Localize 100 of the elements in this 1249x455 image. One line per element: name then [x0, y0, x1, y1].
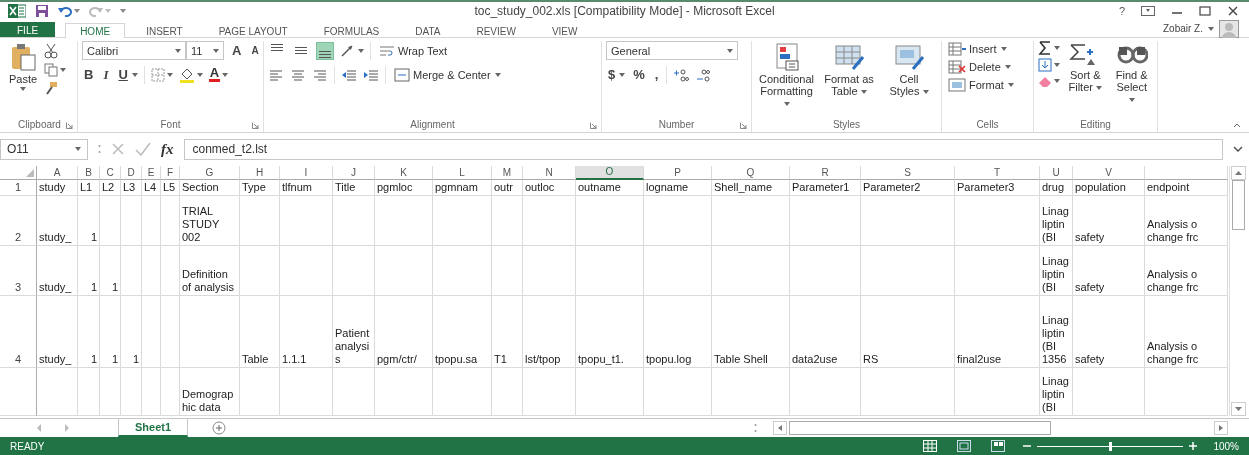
scroll-right-icon[interactable] — [1214, 421, 1228, 436]
caret-icon[interactable] — [1128, 97, 1135, 102]
sort-filter-button[interactable]: Sort & Filter — [1064, 40, 1107, 118]
caret-icon[interactable] — [75, 147, 81, 152]
fill-color-icon[interactable] — [178, 66, 195, 83]
row-header[interactable]: 3 — [0, 245, 37, 296]
underline-button[interactable]: U — [116, 67, 130, 83]
ribbon-tab[interactable]: VIEW — [536, 22, 593, 38]
caret-icon[interactable] — [120, 9, 126, 14]
column-header[interactable]: I — [280, 165, 333, 180]
bold-button[interactable]: B — [82, 67, 96, 83]
add-sheet-icon[interactable] — [212, 421, 227, 436]
column-header[interactable]: U — [1040, 165, 1073, 180]
caret-icon[interactable] — [1096, 85, 1102, 90]
caret-icon[interactable] — [20, 86, 27, 91]
comma-button[interactable]: , — [652, 67, 661, 83]
caret-icon[interactable] — [1004, 64, 1011, 69]
ribbon-tab[interactable]: PAGE LAYOUT — [203, 22, 303, 38]
caret-icon[interactable] — [1054, 78, 1060, 83]
column-header[interactable]: Q — [712, 165, 790, 180]
column-header[interactable]: C — [100, 165, 121, 180]
format-as-table-button[interactable]: Format as Table — [821, 40, 877, 118]
fill-down-icon[interactable] — [1038, 57, 1052, 72]
column-header[interactable]: A — [37, 165, 78, 180]
dialog-launcher-icon[interactable] — [66, 121, 73, 129]
format-cells-button[interactable]: Format — [946, 76, 1006, 93]
column-header[interactable]: F — [161, 165, 180, 180]
scroll-left-icon[interactable] — [773, 421, 787, 436]
name-box[interactable]: O11 — [0, 138, 88, 160]
file-tab[interactable]: FILE — [0, 21, 56, 37]
row-header[interactable]: 2 — [0, 195, 37, 246]
column-header[interactable]: E — [142, 165, 161, 180]
row-header[interactable]: 1 — [0, 179, 37, 196]
format-painter-icon[interactable] — [44, 80, 59, 95]
scroll-up-icon[interactable] — [1230, 165, 1246, 180]
maximize-icon[interactable] — [1199, 6, 1211, 17]
save-icon[interactable] — [35, 4, 49, 19]
column-header[interactable]: J — [333, 165, 375, 180]
formula-input-field[interactable]: conmed_t2.lst — [183, 138, 1223, 160]
ribbon-tab[interactable]: HOME — [65, 22, 126, 38]
dialog-launcher-icon[interactable] — [590, 121, 597, 129]
font-name-field[interactable]: Calibri — [82, 41, 186, 61]
caret-icon[interactable] — [196, 72, 203, 77]
caret-icon[interactable] — [131, 72, 138, 77]
undo-icon[interactable] — [58, 5, 72, 18]
vertical-scrollbar-thumb-icon[interactable] — [1231, 179, 1245, 230]
ribbon-tab[interactable]: FORMULAS — [308, 22, 395, 38]
account-name[interactable]: Zobair Z. — [1163, 23, 1203, 35]
splitter-handle-icon[interactable] — [754, 423, 757, 434]
wrap-text-button[interactable]: Wrap Text — [377, 43, 450, 58]
conditional-formatting-button[interactable]: Conditional Formatting — [756, 40, 818, 118]
page-layout-view-icon[interactable] — [957, 440, 972, 453]
find-select-button[interactable]: Find & Select — [1110, 40, 1153, 118]
font-color-button[interactable]: A — [208, 67, 221, 83]
sheet-tab[interactable]: Sheet1 — [118, 418, 189, 437]
ribbon-tab[interactable]: REVIEW — [461, 22, 531, 38]
percent-button[interactable]: % — [631, 67, 647, 83]
caret-icon[interactable] — [1007, 82, 1014, 87]
caret-icon[interactable] — [1054, 62, 1060, 67]
column-header[interactable]: P — [644, 165, 712, 180]
caret-icon[interactable] — [358, 48, 364, 53]
column-header[interactable]: G — [180, 165, 240, 180]
delete-cells-button[interactable]: Delete — [946, 58, 1003, 75]
caret-icon[interactable] — [213, 48, 219, 53]
column-header[interactable]: H — [240, 165, 280, 180]
column-header[interactable]: S — [861, 165, 955, 180]
increase-decimal-icon[interactable] — [673, 67, 690, 82]
column-header[interactable]: K — [375, 165, 433, 180]
zoom-slider-thumb[interactable] — [1109, 441, 1113, 451]
enter-checkmark-icon[interactable] — [135, 142, 151, 157]
ribbon-tab[interactable]: DATA — [400, 22, 456, 38]
number-format-field[interactable]: General — [606, 41, 738, 61]
row-header[interactable]: 4 — [0, 295, 37, 368]
column-header[interactable]: M — [492, 165, 523, 180]
column-header[interactable]: L — [433, 165, 492, 180]
column-header[interactable]: O — [576, 165, 644, 180]
insert-function-button[interactable]: fx — [161, 140, 174, 158]
scissors-icon[interactable] — [44, 42, 59, 59]
caret-icon[interactable] — [74, 9, 80, 14]
zoom-in-icon[interactable] — [1189, 442, 1198, 451]
ribbon-display-options-icon[interactable] — [1141, 6, 1155, 17]
help-button[interactable]: ? — [1118, 5, 1125, 18]
caret-icon[interactable] — [166, 72, 173, 77]
caret-icon[interactable] — [494, 72, 501, 77]
dialog-launcher-icon[interactable] — [252, 121, 259, 129]
orientation-icon[interactable] — [340, 43, 356, 58]
caret-icon[interactable] — [783, 101, 790, 106]
column-header[interactable]: V — [1073, 165, 1145, 180]
currency-button[interactable]: $ — [606, 67, 618, 83]
caret-icon[interactable] — [727, 48, 733, 53]
column-header[interactable]: T — [955, 165, 1040, 180]
cell-styles-button[interactable]: Cell Styles — [881, 40, 937, 118]
decrease-decimal-icon[interactable] — [695, 67, 712, 82]
caret-icon[interactable] — [1000, 46, 1007, 51]
increase-indent-icon[interactable] — [363, 67, 379, 82]
caret-icon[interactable] — [175, 48, 181, 53]
merge-center-button[interactable]: Merge & Center — [392, 66, 493, 83]
caret-icon[interactable] — [922, 89, 929, 94]
column-header[interactable]: R — [790, 165, 861, 180]
dialog-launcher-icon[interactable] — [740, 121, 747, 129]
